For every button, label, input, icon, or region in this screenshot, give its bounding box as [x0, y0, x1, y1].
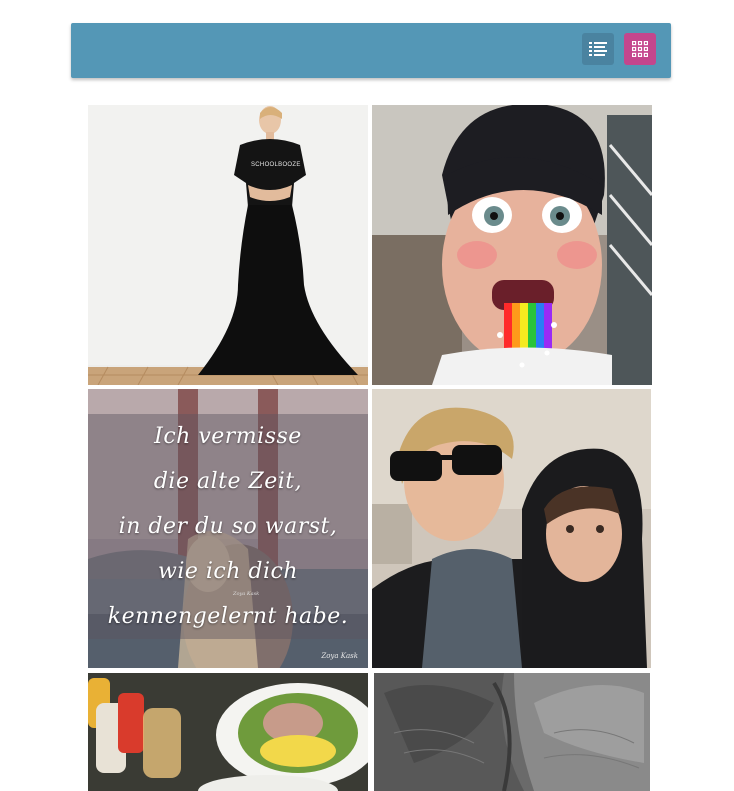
quote-line: wie ich dich [157, 559, 298, 584]
photo-elephants [374, 673, 650, 791]
shirt-text: SCHOOLBOOZE [251, 162, 301, 168]
quote-text: Ich vermisse die alte Zeit, in der du so… [88, 414, 368, 668]
quote-line: die alte Zeit, [153, 469, 303, 494]
quote-line: Ich vermisse [154, 424, 302, 449]
photo-tile-food[interactable] [88, 673, 368, 791]
photo-tile-two-men[interactable] [372, 389, 651, 668]
photo-tile-elephants[interactable] [374, 673, 650, 791]
photo-food [88, 673, 368, 791]
quote-line: kennengelernt habe. [107, 604, 349, 629]
quote-signature-small: Zoya Kask [233, 591, 260, 597]
photo-woman-gown [88, 105, 368, 385]
quote-line: in der du so warst, [118, 514, 338, 539]
quote-signature: Zoya Kask [321, 652, 358, 660]
photo-tile-rainbow-selfie[interactable] [372, 105, 652, 385]
photo-two-men [372, 389, 651, 668]
photo-tile-woman-gown[interactable]: SCHOOLBOOZE [88, 105, 368, 385]
photo-tile-quote[interactable]: Ich vermisse die alte Zeit, in der du so… [88, 389, 368, 668]
photo-grid: SCHOOLBOOZE Ich vermisse die alte Zeit, … [0, 0, 734, 791]
photo-rainbow-selfie [372, 105, 652, 385]
